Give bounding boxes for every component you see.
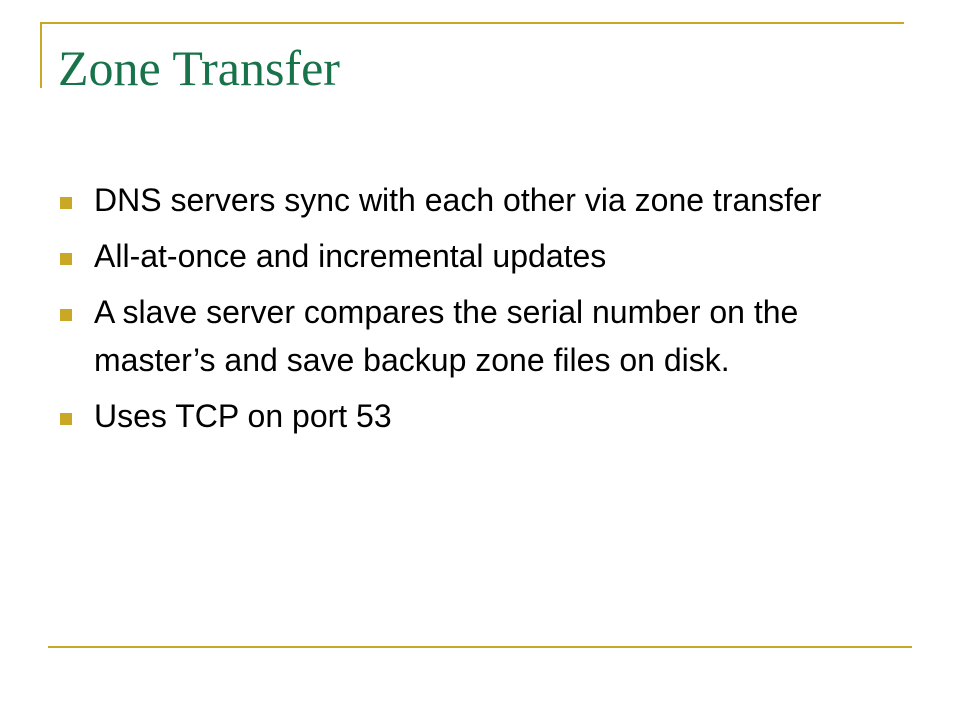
square-bullet-icon <box>60 309 72 321</box>
square-bullet-icon <box>60 253 72 265</box>
left-accent-bar <box>40 22 42 88</box>
slide-title: Zone Transfer <box>58 40 340 96</box>
bottom-divider <box>48 646 912 648</box>
bullet-list: DNS servers sync with each other via zon… <box>58 176 878 448</box>
bullet-text: Uses TCP on port 53 <box>94 398 392 434</box>
slide: Zone Transfer DNS servers sync with each… <box>0 0 960 720</box>
bullet-text: All-at-once and incremental updates <box>94 238 607 274</box>
bullet-item: A slave server compares the serial numbe… <box>58 288 878 384</box>
bullet-item: Uses TCP on port 53 <box>58 392 878 440</box>
top-divider <box>40 22 904 24</box>
bullet-text: DNS servers sync with each other via zon… <box>94 182 822 218</box>
bullet-text: A slave server compares the serial numbe… <box>94 294 799 378</box>
bullet-item: DNS servers sync with each other via zon… <box>58 176 878 224</box>
bullet-item: All-at-once and incremental updates <box>58 232 878 280</box>
square-bullet-icon <box>60 197 72 209</box>
square-bullet-icon <box>60 413 72 425</box>
